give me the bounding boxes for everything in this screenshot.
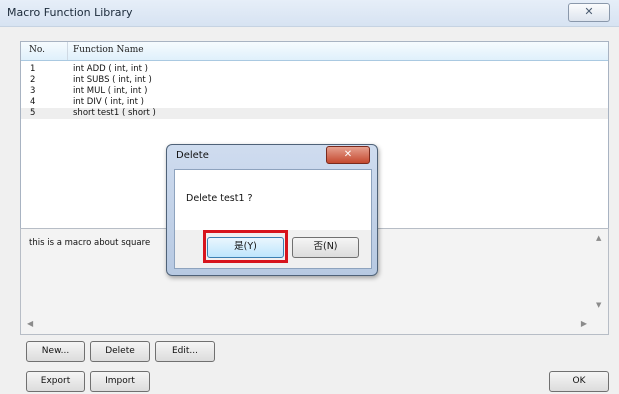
scroll-left-icon[interactable]: ◀ bbox=[27, 319, 33, 328]
new-button[interactable]: New... bbox=[26, 341, 85, 362]
row-number: 3 bbox=[30, 86, 36, 96]
row-function-name: int SUBS ( int, int ) bbox=[73, 75, 152, 85]
window-close-button[interactable]: ✕ bbox=[568, 3, 610, 22]
column-header-function-name[interactable]: Function Name bbox=[73, 45, 144, 55]
dialog-message: Delete test1 ? bbox=[186, 193, 253, 204]
highlight-box bbox=[203, 230, 288, 263]
delete-button[interactable]: Delete bbox=[90, 341, 150, 362]
import-button[interactable]: Import bbox=[90, 371, 150, 392]
edit-button[interactable]: Edit... bbox=[155, 341, 215, 362]
table-header: No. Function Name bbox=[21, 42, 608, 61]
table-row[interactable]: 1 int ADD ( int, int ) bbox=[21, 64, 608, 75]
macro-function-library-window: Macro Function Library ✕ No. Function Na… bbox=[0, 0, 619, 394]
row-function-name: int DIV ( int, int ) bbox=[73, 97, 144, 107]
row-number: 4 bbox=[30, 97, 36, 107]
row-number: 5 bbox=[30, 108, 36, 118]
column-divider[interactable] bbox=[67, 42, 68, 60]
close-icon: ✕ bbox=[343, 149, 353, 160]
vertical-scrollbar[interactable]: ▲ ▼ bbox=[592, 229, 608, 317]
dialog-title: Delete bbox=[176, 150, 209, 161]
table-row[interactable]: 2 int SUBS ( int, int ) bbox=[21, 75, 608, 86]
row-number: 1 bbox=[30, 64, 36, 74]
row-function-name: int MUL ( int, int ) bbox=[73, 86, 148, 96]
no-button[interactable]: 否(N) bbox=[292, 237, 359, 258]
row-function-name: short test1 ( short ) bbox=[73, 108, 156, 118]
scroll-right-icon[interactable]: ▶ bbox=[581, 319, 587, 328]
row-function-name: int ADD ( int, int ) bbox=[73, 64, 148, 74]
dialog-close-button[interactable]: ✕ bbox=[326, 146, 370, 164]
close-icon: ✕ bbox=[584, 5, 594, 18]
scroll-down-icon[interactable]: ▼ bbox=[596, 301, 601, 309]
ok-button[interactable]: OK bbox=[549, 371, 609, 392]
export-button[interactable]: Export bbox=[26, 371, 85, 392]
dialog-body: Delete test1 ? bbox=[174, 169, 372, 231]
row-number: 2 bbox=[30, 75, 36, 85]
table-row[interactable]: 3 int MUL ( int, int ) bbox=[21, 86, 608, 97]
table-row[interactable]: 4 int DIV ( int, int ) bbox=[21, 97, 608, 108]
scroll-up-icon[interactable]: ▲ bbox=[596, 234, 601, 242]
description-text: this is a macro about square bbox=[29, 238, 151, 248]
table-row-selected[interactable]: 5 short test1 ( short ) bbox=[21, 108, 608, 119]
window-title: Macro Function Library bbox=[7, 6, 133, 19]
column-header-no[interactable]: No. bbox=[29, 45, 45, 55]
title-bar: Macro Function Library ✕ bbox=[0, 0, 619, 27]
horizontal-scrollbar[interactable]: ◀ ▶ bbox=[21, 317, 591, 333]
